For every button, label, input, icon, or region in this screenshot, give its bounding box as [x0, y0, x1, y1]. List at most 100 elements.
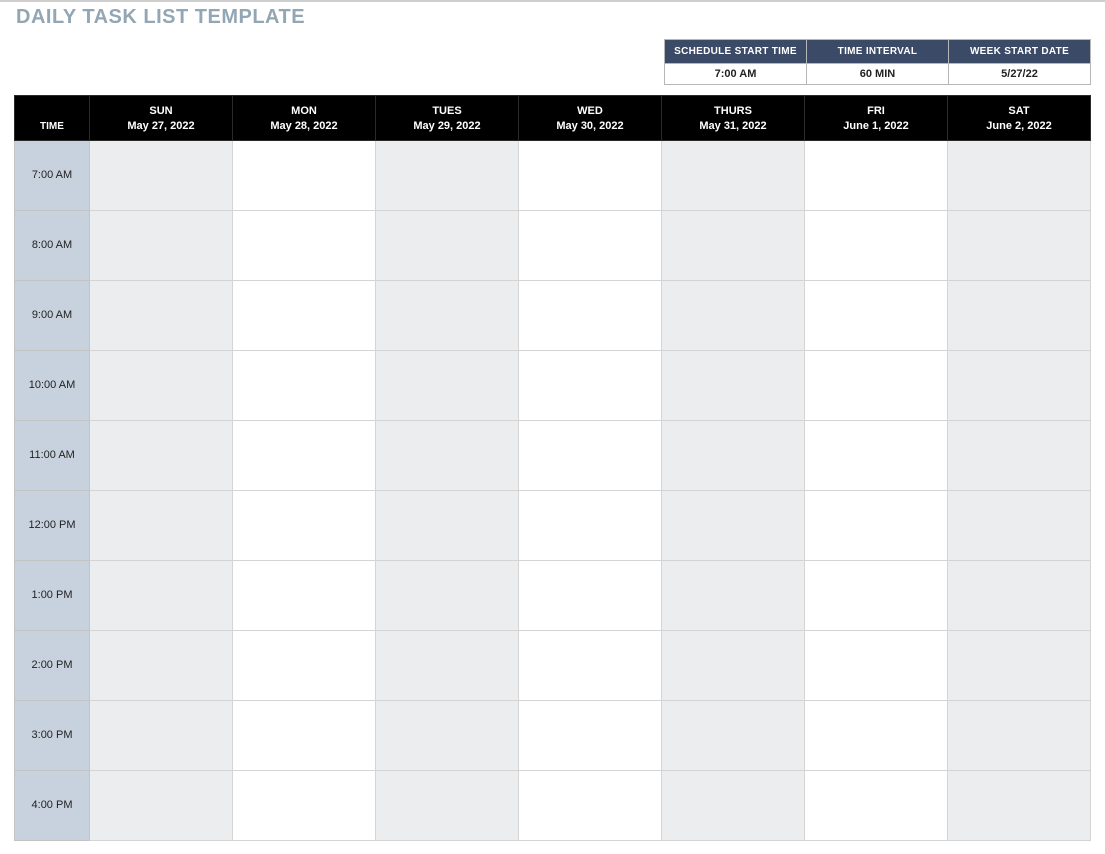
- schedule-cell[interactable]: [233, 210, 376, 280]
- schedule-cell[interactable]: [233, 700, 376, 770]
- schedule-row: 10:00 AM: [15, 350, 1091, 420]
- schedule-row: 4:00 PM: [15, 770, 1091, 840]
- schedule-cell[interactable]: [519, 770, 662, 840]
- schedule-cell[interactable]: [519, 490, 662, 560]
- schedule-cell[interactable]: [805, 350, 948, 420]
- day-name: SAT: [952, 104, 1086, 119]
- schedule-cell[interactable]: [662, 630, 805, 700]
- schedule-cell[interactable]: [662, 420, 805, 490]
- schedule-cell[interactable]: [519, 280, 662, 350]
- settings-value-week-start[interactable]: 5/27/22: [949, 64, 1091, 85]
- schedule-cell[interactable]: [519, 210, 662, 280]
- settings-value-start-time[interactable]: 7:00 AM: [665, 64, 807, 85]
- schedule-row: 9:00 AM: [15, 280, 1091, 350]
- schedule-cell[interactable]: [376, 350, 519, 420]
- settings-header-interval: TIME INTERVAL: [807, 40, 949, 64]
- schedule-cell[interactable]: [805, 140, 948, 210]
- schedule-row: 3:00 PM: [15, 700, 1091, 770]
- schedule-cell[interactable]: [662, 700, 805, 770]
- schedule-cell[interactable]: [948, 350, 1091, 420]
- schedule-cell[interactable]: [805, 280, 948, 350]
- schedule-cell[interactable]: [233, 630, 376, 700]
- schedule-row: 12:00 PM: [15, 490, 1091, 560]
- schedule-cell[interactable]: [376, 770, 519, 840]
- schedule-cell[interactable]: [662, 280, 805, 350]
- schedule-cell[interactable]: [805, 560, 948, 630]
- grid-header-day-wed: WEDMay 30, 2022: [519, 96, 662, 141]
- schedule-cell[interactable]: [519, 630, 662, 700]
- grid-header-day-tues: TUESMay 29, 2022: [376, 96, 519, 141]
- schedule-cell[interactable]: [376, 210, 519, 280]
- schedule-cell[interactable]: [662, 140, 805, 210]
- schedule-cell[interactable]: [519, 700, 662, 770]
- grid-header-day-sun: SUNMay 27, 2022: [90, 96, 233, 141]
- schedule-cell[interactable]: [805, 420, 948, 490]
- schedule-cell[interactable]: [233, 280, 376, 350]
- schedule-cell[interactable]: [233, 490, 376, 560]
- schedule-cell[interactable]: [948, 210, 1091, 280]
- time-cell: 9:00 AM: [15, 280, 90, 350]
- schedule-cell[interactable]: [948, 630, 1091, 700]
- schedule-cell[interactable]: [948, 420, 1091, 490]
- settings-table: SCHEDULE START TIME TIME INTERVAL WEEK S…: [664, 39, 1091, 85]
- schedule-cell[interactable]: [662, 210, 805, 280]
- schedule-cell[interactable]: [90, 420, 233, 490]
- settings-value-interval[interactable]: 60 MIN: [807, 64, 949, 85]
- schedule-cell[interactable]: [233, 560, 376, 630]
- schedule-cell[interactable]: [233, 770, 376, 840]
- grid-header-day-fri: FRIJune 1, 2022: [805, 96, 948, 141]
- schedule-cell[interactable]: [376, 560, 519, 630]
- grid-header-day-sat: SATJune 2, 2022: [948, 96, 1091, 141]
- schedule-cell[interactable]: [376, 420, 519, 490]
- schedule-cell[interactable]: [805, 770, 948, 840]
- schedule-cell[interactable]: [376, 140, 519, 210]
- schedule-row: 11:00 AM: [15, 420, 1091, 490]
- time-cell: 10:00 AM: [15, 350, 90, 420]
- schedule-cell[interactable]: [662, 350, 805, 420]
- schedule-cell[interactable]: [90, 280, 233, 350]
- schedule-cell[interactable]: [519, 420, 662, 490]
- schedule-cell[interactable]: [90, 770, 233, 840]
- schedule-cell[interactable]: [90, 140, 233, 210]
- time-cell: 4:00 PM: [15, 770, 90, 840]
- day-name: TUES: [380, 104, 514, 119]
- schedule-cell[interactable]: [90, 210, 233, 280]
- day-date: May 30, 2022: [523, 119, 657, 134]
- schedule-cell[interactable]: [948, 140, 1091, 210]
- schedule-cell[interactable]: [948, 700, 1091, 770]
- day-name: MON: [237, 104, 371, 119]
- schedule-cell[interactable]: [376, 490, 519, 560]
- schedule-cell[interactable]: [519, 140, 662, 210]
- day-name: THURS: [666, 104, 800, 119]
- schedule-cell[interactable]: [233, 350, 376, 420]
- schedule-cell[interactable]: [805, 490, 948, 560]
- schedule-cell[interactable]: [662, 490, 805, 560]
- schedule-cell[interactable]: [948, 280, 1091, 350]
- grid-header-time: TIME: [15, 96, 90, 141]
- schedule-cell[interactable]: [90, 490, 233, 560]
- schedule-cell[interactable]: [519, 350, 662, 420]
- schedule-cell[interactable]: [805, 700, 948, 770]
- day-name: FRI: [809, 104, 943, 119]
- schedule-cell[interactable]: [90, 700, 233, 770]
- schedule-cell[interactable]: [90, 350, 233, 420]
- schedule-cell[interactable]: [948, 490, 1091, 560]
- schedule-cell[interactable]: [805, 210, 948, 280]
- time-cell: 3:00 PM: [15, 700, 90, 770]
- schedule-cell[interactable]: [376, 630, 519, 700]
- schedule-cell[interactable]: [948, 560, 1091, 630]
- schedule-cell[interactable]: [376, 280, 519, 350]
- schedule-cell[interactable]: [662, 770, 805, 840]
- schedule-cell[interactable]: [662, 560, 805, 630]
- schedule-cell[interactable]: [233, 420, 376, 490]
- day-date: June 2, 2022: [952, 119, 1086, 134]
- schedule-cell[interactable]: [233, 140, 376, 210]
- schedule-cell[interactable]: [519, 560, 662, 630]
- schedule-grid: TIME SUNMay 27, 2022 MONMay 28, 2022 TUE…: [14, 95, 1091, 841]
- schedule-cell[interactable]: [90, 560, 233, 630]
- schedule-cell[interactable]: [805, 630, 948, 700]
- day-date: May 31, 2022: [666, 119, 800, 134]
- schedule-cell[interactable]: [948, 770, 1091, 840]
- schedule-cell[interactable]: [376, 700, 519, 770]
- schedule-cell[interactable]: [90, 630, 233, 700]
